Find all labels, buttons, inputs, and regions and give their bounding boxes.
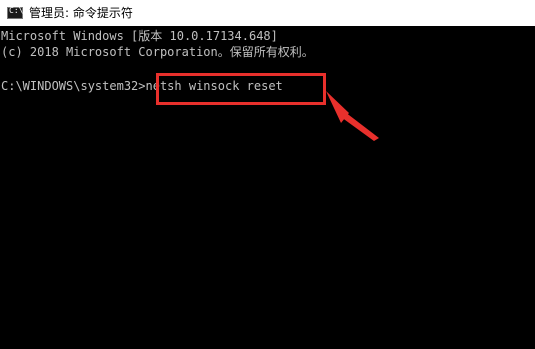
- command-highlight-box: [156, 73, 326, 105]
- prompt-path: C:\WINDOWS\system32>: [1, 79, 146, 93]
- cmd-icon: C:\: [7, 6, 24, 19]
- command-prompt-window: C:\ 管理员: 命令提示符 Microsoft Windows [版本 10.…: [0, 0, 535, 349]
- cmd-icon-glyph: C:\: [9, 6, 24, 15]
- version-line: Microsoft Windows [版本 10.0.17134.648]: [1, 29, 278, 43]
- copyright-line: (c) 2018 Microsoft Corporation。保留所有权利。: [1, 45, 314, 59]
- window-title: 管理员: 命令提示符: [29, 6, 133, 20]
- title-bar[interactable]: C:\ 管理员: 命令提示符: [0, 0, 535, 26]
